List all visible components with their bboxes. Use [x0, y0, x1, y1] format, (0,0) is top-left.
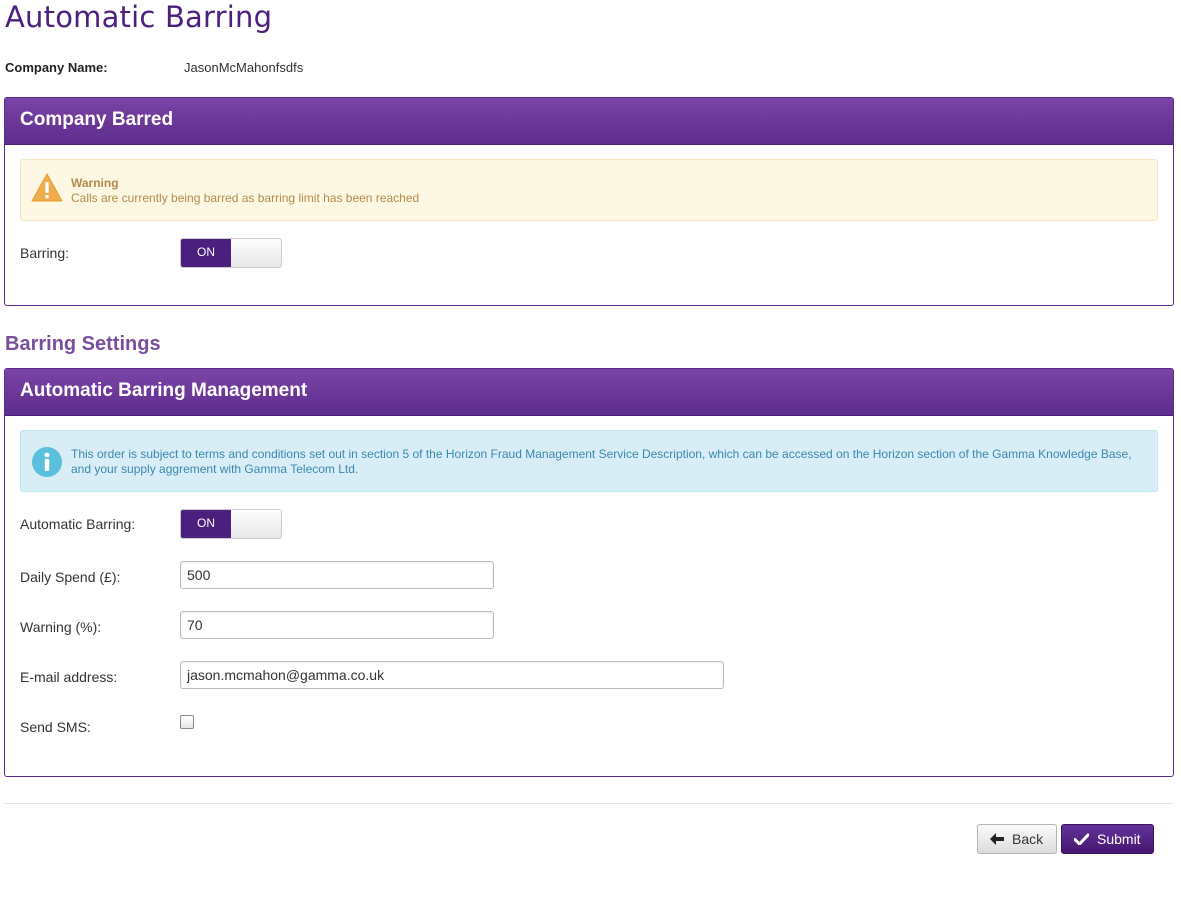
company-name-value: JasonMcMahonfsdfs: [184, 60, 304, 75]
barring-label: Barring:: [20, 245, 70, 261]
company-name-row: Company Name: JasonMcMahonfsdfs: [5, 60, 303, 75]
email-label: E-mail address:: [20, 669, 118, 685]
back-button[interactable]: Back: [977, 824, 1057, 854]
barring-warning-alert: Warning Calls are currently being barred…: [20, 159, 1158, 221]
automatic-barring-label: Automatic Barring:: [20, 516, 136, 532]
company-name-label: Company Name:: [5, 60, 108, 75]
automatic-barring-panel: Automatic Barring Management This order …: [4, 368, 1174, 777]
automatic-barring-toggle[interactable]: ON: [180, 509, 282, 539]
barring-toggle-on: ON: [181, 239, 231, 267]
arrow-left-icon: [990, 833, 1004, 845]
daily-spend-label: Daily Spend (£):: [20, 569, 121, 585]
warning-title: Warning: [71, 176, 119, 190]
automatic-barring-heading: Automatic Barring Management: [5, 369, 1173, 416]
warning-percent-label: Warning (%):: [20, 619, 102, 635]
warning-percent-input[interactable]: 70: [180, 611, 494, 639]
back-button-label: Back: [1012, 831, 1044, 847]
email-field[interactable]: jason.mcmahon@gamma.co.uk: [180, 661, 724, 689]
company-barred-panel: Company Barred Warning Calls are current…: [4, 97, 1174, 306]
terms-info-message: This order is subject to terms and condi…: [71, 447, 1132, 476]
send-sms-checkbox[interactable]: [180, 715, 194, 729]
terms-info-alert: This order is subject to terms and condi…: [20, 430, 1158, 492]
submit-button[interactable]: Submit: [1061, 824, 1154, 854]
submit-button-label: Submit: [1097, 831, 1141, 847]
send-sms-label: Send SMS:: [20, 719, 91, 735]
check-icon: [1074, 833, 1089, 845]
automatic-barring-toggle-on: ON: [181, 510, 231, 538]
divider: [4, 803, 1173, 804]
warning-message: Calls are currently being barred as barr…: [71, 191, 420, 205]
barring-settings-title: Barring Settings: [5, 333, 161, 355]
page-title: Automatic Barring: [5, 0, 273, 34]
barring-toggle[interactable]: ON: [180, 238, 282, 268]
info-icon: [31, 446, 63, 481]
daily-spend-input[interactable]: 500: [180, 561, 494, 589]
warning-triangle-icon: [31, 173, 63, 206]
company-barred-heading: Company Barred: [5, 98, 1173, 145]
